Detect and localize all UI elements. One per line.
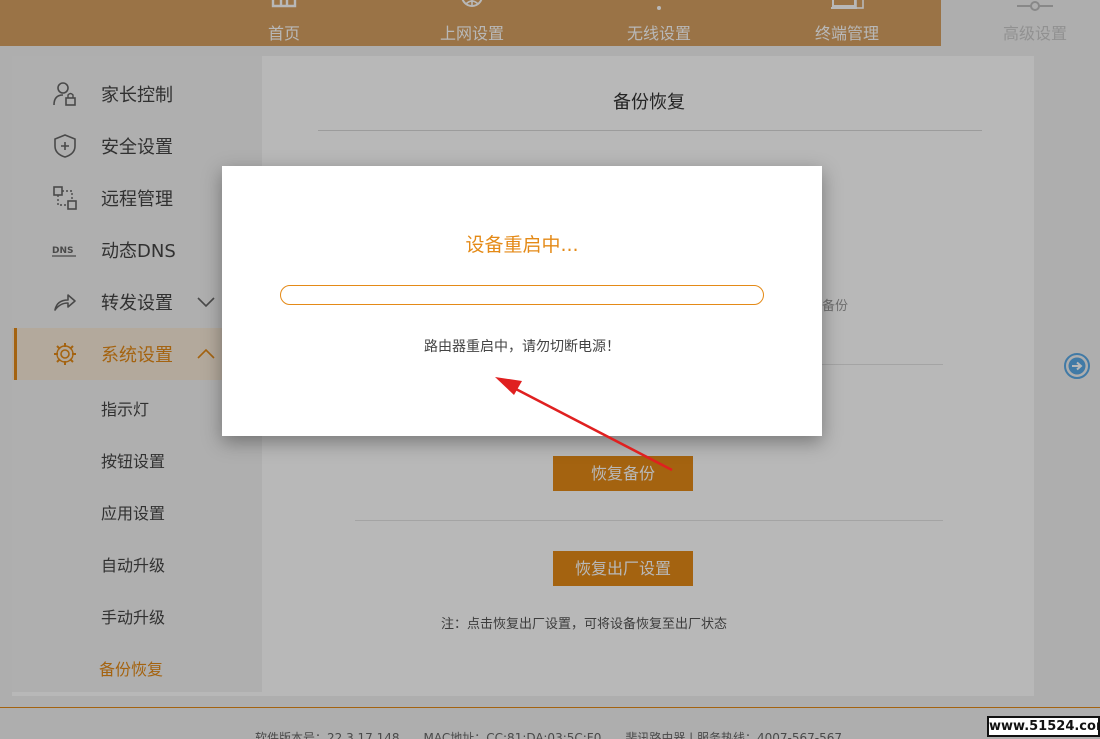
dialog-message: 路由器重启中，请勿切断电源！ xyxy=(424,339,620,355)
dialog-title: 设备重启中... xyxy=(465,234,579,256)
watermark: www.51524.com xyxy=(987,716,1100,737)
reboot-progress-bar xyxy=(280,285,764,305)
reboot-dialog: 设备重启中... 路由器重启中，请勿切断电源！ xyxy=(222,166,822,436)
